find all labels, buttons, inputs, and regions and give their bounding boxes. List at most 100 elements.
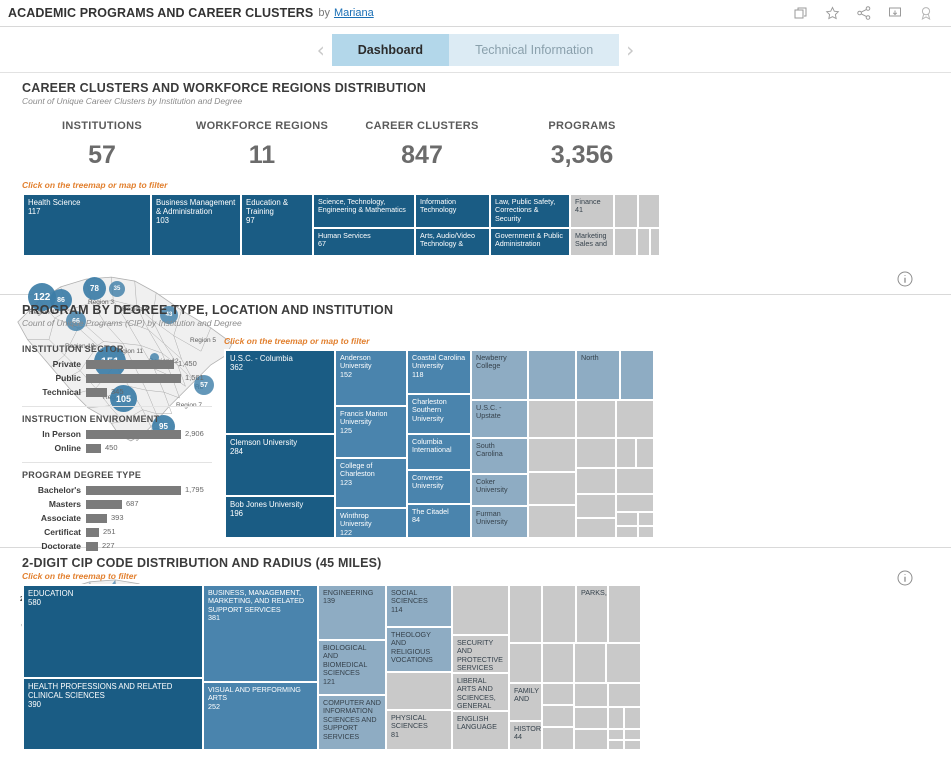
certified-badge-icon[interactable] <box>919 6 933 20</box>
treemap-cell[interactable]: U.S.C. - Columbia 362 <box>225 350 335 434</box>
info-icon[interactable] <box>897 271 913 292</box>
treemap-cell[interactable] <box>624 729 641 740</box>
career-cluster-treemap[interactable]: Health Science 117 Business Management & A… <box>22 193 660 256</box>
bar-row[interactable]: Certificat 251 <box>22 526 212 538</box>
treemap-cell[interactable]: ENGINEERING 139 <box>318 585 386 640</box>
treemap-cell[interactable]: The Citadel 84 <box>407 504 471 538</box>
treemap-cell[interactable]: Information Technology <box>415 194 490 228</box>
treemap-cell[interactable] <box>528 472 576 505</box>
treemap-cell[interactable]: Law, Public Safety, Corrections & Securi… <box>490 194 570 228</box>
treemap-cell[interactable] <box>542 643 574 683</box>
treemap-cell[interactable]: Converse University <box>407 470 471 504</box>
treemap-cell[interactable]: BUSINESS, MANAGEMENT, MARKETING, AND REL… <box>203 585 318 682</box>
treemap-cell[interactable]: EDUCATION 580 <box>23 585 203 678</box>
cip-code-treemap[interactable]: EDUCATION 580 HEALTH PROFESSIONS AND RELAT… <box>22 584 641 750</box>
treemap-cell[interactable] <box>576 468 616 494</box>
treemap-cell[interactable] <box>576 494 616 518</box>
treemap-cell[interactable] <box>576 438 616 468</box>
treemap-cell[interactable]: College of Charleston 123 <box>335 458 407 508</box>
bar-row[interactable]: Technical 345 <box>22 386 212 398</box>
institution-treemap[interactable]: U.S.C. - Columbia 362 Clemson University 28… <box>224 349 654 538</box>
treemap-cell[interactable]: Clemson University 284 <box>225 434 335 496</box>
treemap-cell[interactable] <box>616 400 654 438</box>
treemap-cell[interactable]: South Carolina <box>471 438 528 474</box>
treemap-cell[interactable]: Furman University <box>471 506 528 538</box>
treemap-cell[interactable]: Health Science 117 <box>23 194 151 256</box>
bar-row[interactable]: Private 1,450 <box>22 358 212 370</box>
treemap-cell[interactable] <box>608 683 641 707</box>
tab-dashboard[interactable]: Dashboard <box>331 33 450 66</box>
treemap-cell[interactable]: Human Services 67 <box>313 228 415 256</box>
treemap-cell[interactable] <box>616 468 654 494</box>
treemap-cell[interactable] <box>574 729 608 750</box>
treemap-cell[interactable] <box>650 228 660 256</box>
treemap-cell[interactable] <box>509 643 542 683</box>
treemap-cell[interactable] <box>614 228 637 256</box>
treemap-cell[interactable] <box>608 729 624 740</box>
bar-row[interactable]: Public 1,561 <box>22 372 212 384</box>
treemap-cell[interactable] <box>624 707 641 729</box>
treemap-cell[interactable] <box>574 683 608 707</box>
treemap-cell[interactable]: Columbia International <box>407 434 471 470</box>
treemap-cell[interactable] <box>542 683 574 705</box>
treemap-cell[interactable]: North <box>576 350 620 400</box>
treemap-cell[interactable] <box>528 438 576 472</box>
treemap-cell[interactable]: PARKS, <box>576 585 608 643</box>
treemap-cell[interactable] <box>614 194 638 228</box>
treemap-cell[interactable] <box>542 705 574 727</box>
treemap-cell[interactable]: Newberry College <box>471 350 528 400</box>
treemap-cell[interactable]: ENGLISH LANGUAGE <box>452 711 509 750</box>
workbook-author-link[interactable]: Mariana <box>334 7 374 19</box>
treemap-cell[interactable]: HEALTH PROFESSIONS AND RELATED CLINICAL … <box>23 678 203 750</box>
treemap-cell[interactable] <box>638 512 654 526</box>
treemap-cell[interactable]: SOCIAL SCIENCES 114 <box>386 585 452 627</box>
treemap-cell[interactable]: Coker University <box>471 474 528 506</box>
treemap-cell[interactable]: Francis Marion University 125 <box>335 406 407 458</box>
treemap-cell[interactable]: Marketing Sales and <box>570 228 614 256</box>
treemap-cell[interactable]: Arts, Audio/Video Technology & <box>415 228 490 256</box>
bar-row[interactable]: Associate 393 <box>22 512 212 524</box>
treemap-cell[interactable] <box>576 518 616 538</box>
treemap-cell[interactable]: LIBERAL ARTS AND SCIENCES, GENERAL <box>452 673 509 711</box>
treemap-cell[interactable] <box>638 194 660 228</box>
treemap-cell[interactable] <box>636 438 654 468</box>
treemap-cell[interactable]: Government & Public Administration <box>490 228 570 256</box>
treemap-cell[interactable] <box>574 707 608 729</box>
treemap-cell[interactable] <box>606 643 641 683</box>
treemap-cell[interactable]: Finance 41 <box>570 194 614 228</box>
treemap-cell[interactable] <box>452 585 509 635</box>
treemap-cell[interactable] <box>509 585 542 643</box>
treemap-cell[interactable]: Education & Training 97 <box>241 194 313 256</box>
treemap-cell[interactable]: Coastal Carolina University 118 <box>407 350 471 394</box>
tab-technical-information[interactable]: Technical Information <box>449 33 620 66</box>
treemap-cell[interactable] <box>620 350 654 400</box>
treemap-cell[interactable]: PHYSICAL SCIENCES 81 <box>386 710 452 750</box>
treemap-cell[interactable] <box>528 505 576 538</box>
treemap-cell[interactable] <box>386 672 452 710</box>
treemap-cell[interactable] <box>608 740 624 750</box>
treemap-cell[interactable] <box>638 526 654 538</box>
treemap-cell[interactable]: COMPUTER AND INFORMATION SCIENCES AND SU… <box>318 695 386 750</box>
duplicate-icon[interactable] <box>794 6 808 20</box>
treemap-cell[interactable] <box>637 228 650 256</box>
treemap-cell[interactable] <box>624 740 641 750</box>
tab-prev-arrow[interactable]: ‹ <box>310 40 332 60</box>
download-icon[interactable] <box>888 6 902 20</box>
treemap-cell[interactable] <box>608 707 624 729</box>
bar-row[interactable]: Online 450 <box>22 442 212 454</box>
treemap-cell[interactable]: Anderson University 152 <box>335 350 407 406</box>
treemap-cell[interactable] <box>542 727 574 750</box>
treemap-cell[interactable]: HISTORY44 <box>509 721 542 750</box>
treemap-cell[interactable] <box>616 494 654 512</box>
bar-row[interactable]: Masters 687 <box>22 498 212 510</box>
treemap-cell[interactable]: FAMILY AND <box>509 683 542 721</box>
treemap-cell[interactable]: Winthrop University 122 <box>335 508 407 538</box>
treemap-cell[interactable] <box>528 400 576 438</box>
treemap-cell[interactable] <box>574 643 606 683</box>
favorite-star-icon[interactable] <box>825 5 840 21</box>
treemap-cell[interactable]: Science, Technology, Engineering & Mathe… <box>313 194 415 228</box>
treemap-cell[interactable]: Charleston Southern University <box>407 394 471 434</box>
treemap-cell[interactable]: SECURITY AND PROTECTIVE SERVICES <box>452 635 509 673</box>
treemap-cell[interactable] <box>528 350 576 400</box>
treemap-cell[interactable]: Business Management & Administration 103 <box>151 194 241 256</box>
